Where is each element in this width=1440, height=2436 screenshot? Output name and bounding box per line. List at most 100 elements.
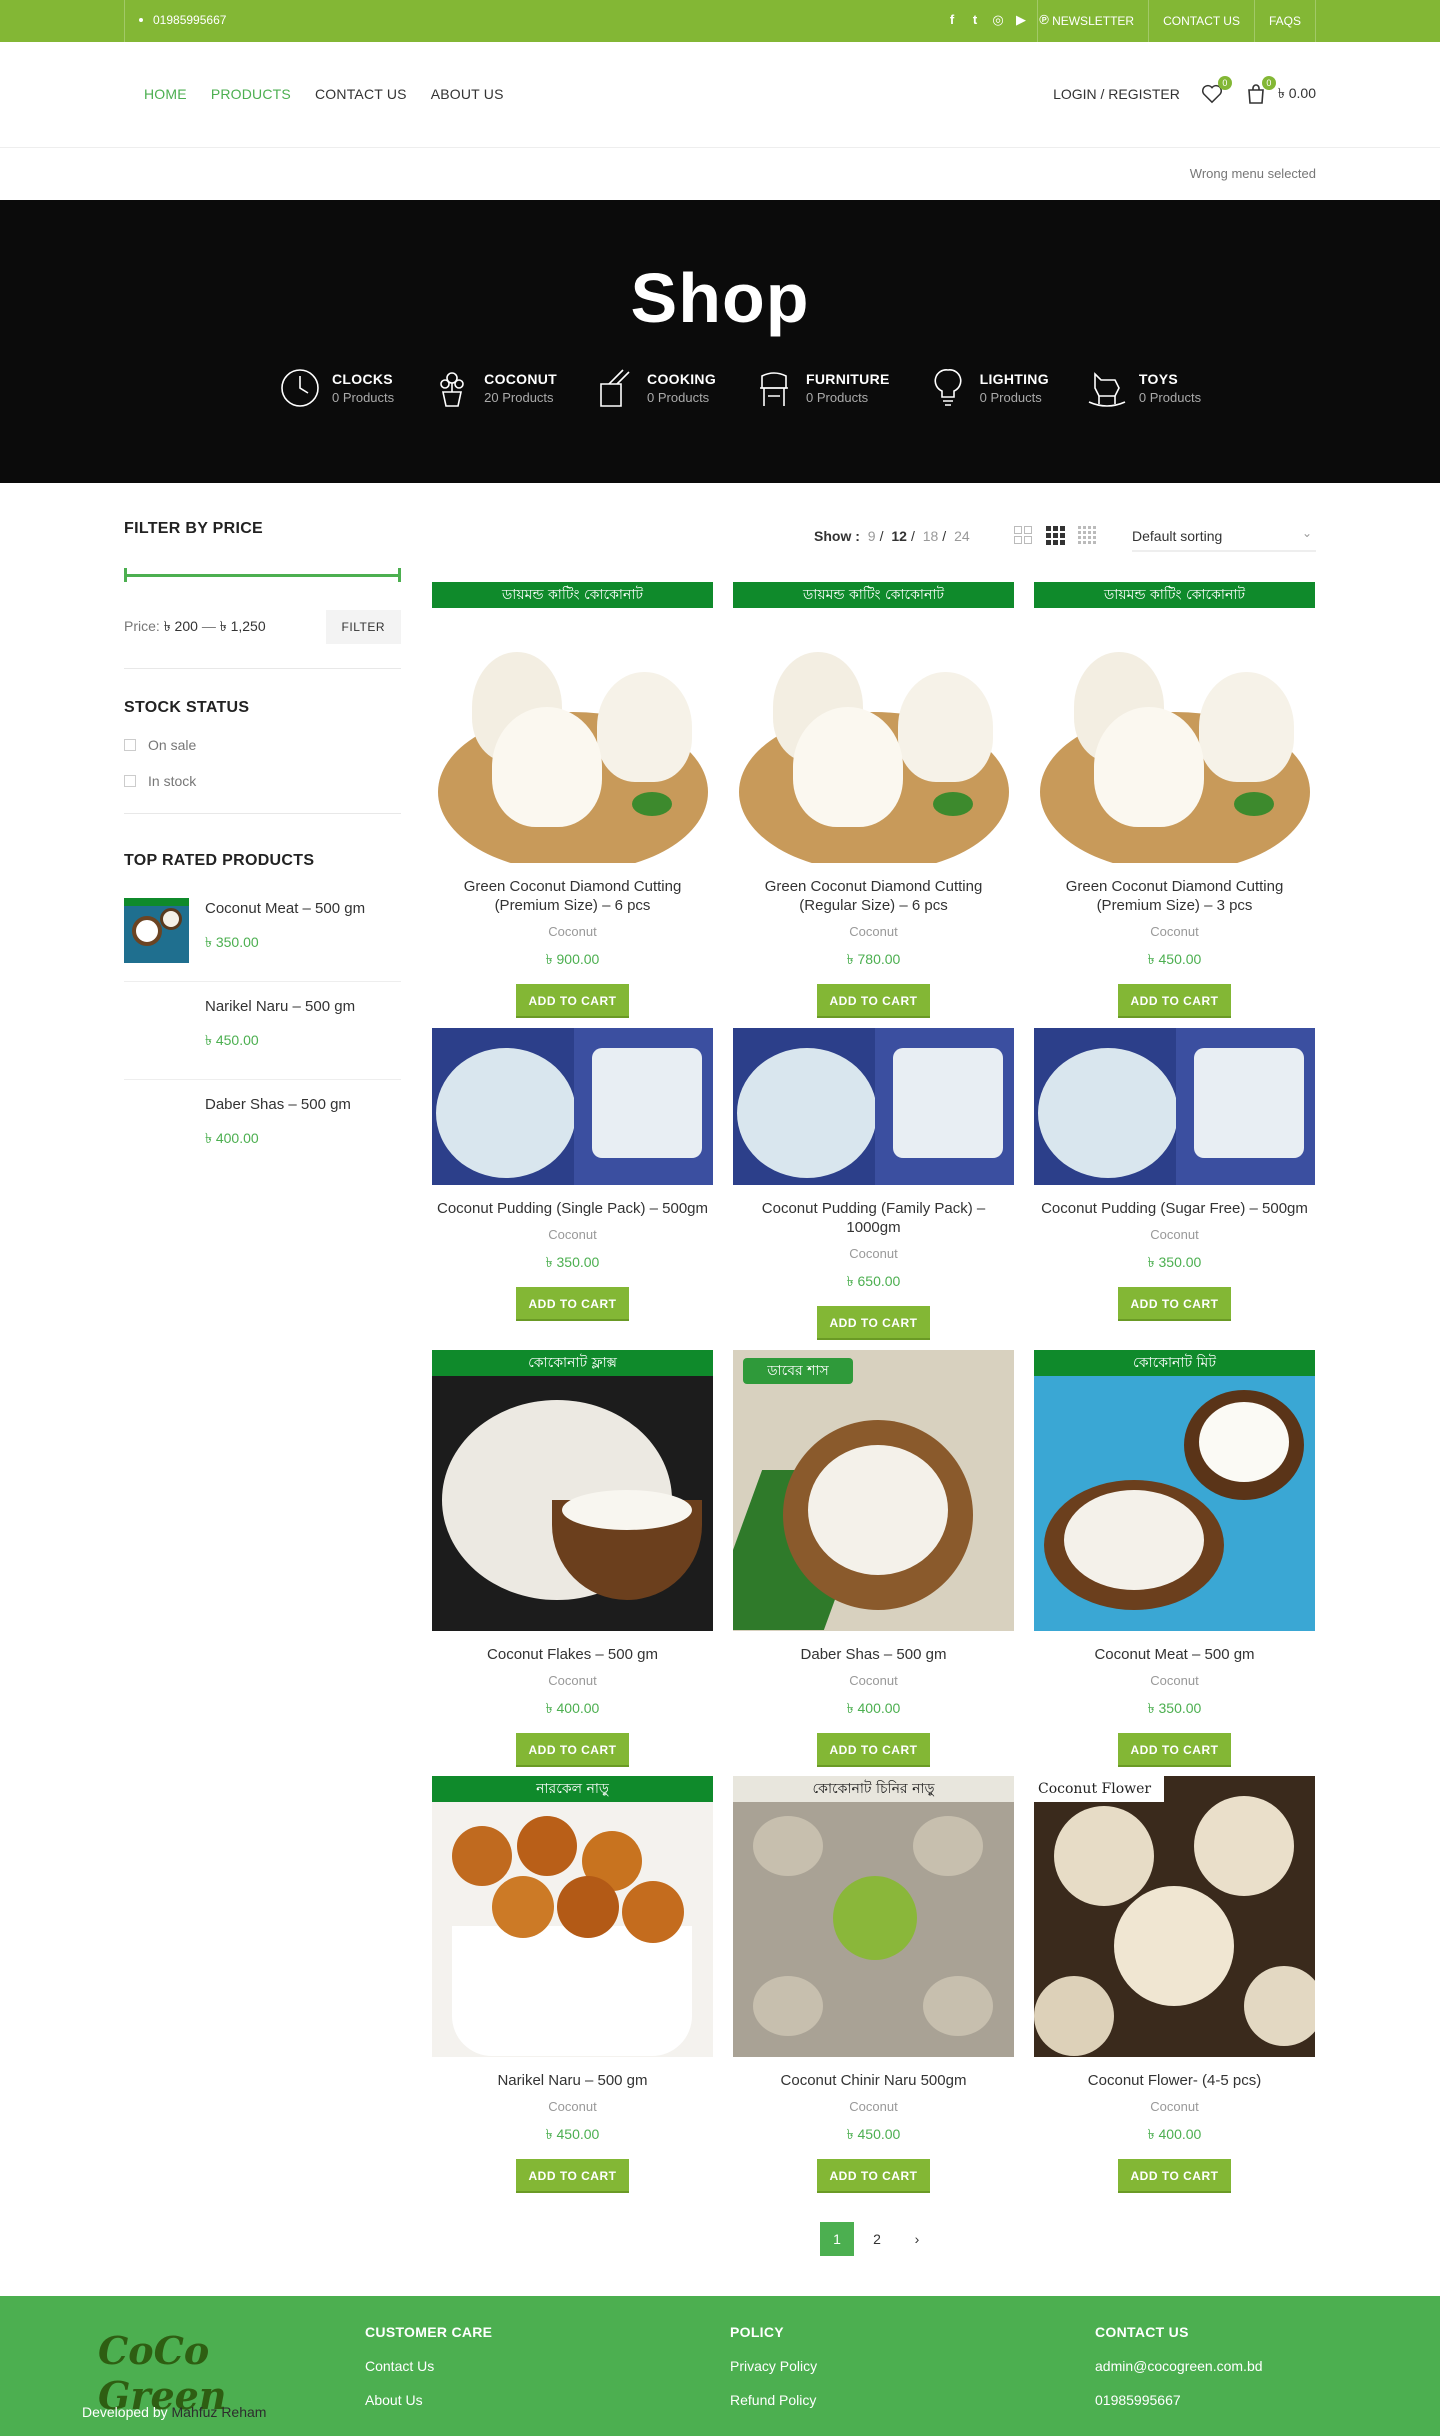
product-name[interactable]: Green Coconut Diamond Cutting (Regular S… (733, 877, 1014, 915)
add-to-cart-button[interactable]: ADD TO CART (1118, 1733, 1231, 1767)
product-image[interactable]: Coconut Flower (1034, 1776, 1315, 2057)
product-name[interactable]: Coconut Chinir Naru 500gm (733, 2071, 1014, 2090)
filter-on-sale[interactable]: On sale (124, 737, 401, 753)
add-to-cart-button[interactable]: ADD TO CART (516, 2159, 629, 2193)
product-name[interactable]: Coconut Pudding (Family Pack) – 1000gm (733, 1199, 1014, 1237)
nav-contact-us[interactable]: CONTACT US (315, 86, 407, 102)
grid-3-icon[interactable] (1046, 526, 1065, 545)
top-rated-item[interactable]: Narikel Naru – 500 gm ৳ 450.00 (124, 982, 401, 1080)
add-to-cart-button[interactable]: ADD TO CART (516, 984, 629, 1018)
product-image[interactable]: নারকেল নাড়ু (432, 1776, 713, 2057)
checkbox[interactable] (124, 739, 136, 751)
product-name[interactable]: Daber Shas – 500 gm (733, 1645, 1014, 1664)
footer-link[interactable]: Privacy Policy (730, 2358, 817, 2374)
product-image[interactable]: কোকোনাট ফ্লাক্স (432, 1350, 713, 1631)
add-to-cart-button[interactable]: ADD TO CART (516, 1287, 629, 1321)
slider-min-handle[interactable] (124, 568, 127, 582)
product-category[interactable]: Coconut (733, 2099, 1014, 2114)
product-category[interactable]: Coconut (432, 2099, 713, 2114)
top-rated-name[interactable]: Coconut Meat – 500 gm (205, 900, 365, 917)
add-to-cart-button[interactable]: ADD TO CART (1118, 2159, 1231, 2193)
category-coconut[interactable]: COCONUT 20 Products (430, 366, 557, 410)
product-name[interactable]: Narikel Naru – 500 gm (432, 2071, 713, 2090)
add-to-cart-button[interactable]: ADD TO CART (817, 984, 930, 1018)
slider-max-handle[interactable] (398, 568, 401, 582)
product-category[interactable]: Coconut (733, 1673, 1014, 1688)
grid-2-icon[interactable] (1014, 526, 1032, 544)
product-image[interactable]: কোকোনাট চিনির নাড়ু (733, 1776, 1014, 2057)
add-to-cart-button[interactable]: ADD TO CART (817, 2159, 930, 2193)
footer-link[interactable]: Refund Policy (730, 2392, 817, 2408)
add-to-cart-button[interactable]: ADD TO CART (817, 1733, 930, 1767)
cart-icon[interactable]: 0 (1244, 76, 1276, 106)
developer-name[interactable]: Mahfuz Reham (172, 2404, 267, 2420)
page-2-button[interactable]: 2 (860, 2222, 894, 2256)
product-image[interactable] (733, 1028, 1014, 1185)
category-cooking[interactable]: COOKING 0 Products (593, 366, 716, 410)
newsletter-link[interactable]: NEWSLETTER (1037, 0, 1148, 42)
product-name[interactable]: Green Coconut Diamond Cutting (Premium S… (1034, 877, 1315, 915)
product-name[interactable]: Coconut Flakes – 500 gm (432, 1645, 713, 1664)
top-rated-item[interactable]: Daber Shas – 500 gm ৳ 400.00 (124, 1080, 401, 1177)
per-page-option[interactable]: 12 (891, 528, 907, 544)
product-image[interactable]: ডায়মন্ড কাটিং কোকোনাট (733, 582, 1014, 863)
next-page-icon[interactable]: › (900, 2222, 934, 2256)
category-lighting[interactable]: LIGHTING 0 Products (926, 366, 1049, 410)
per-page-option[interactable]: 9 (868, 528, 876, 544)
instagram-icon[interactable]: ◎ (991, 12, 1005, 28)
add-to-cart-button[interactable]: ADD TO CART (817, 1306, 930, 1340)
cart-total[interactable]: ৳ 0.00 (1278, 82, 1316, 106)
product-thumbnail[interactable] (124, 996, 189, 1061)
product-category[interactable]: Coconut (1034, 924, 1315, 939)
sorting-select[interactable]: Default sorting ⌄ (1132, 522, 1316, 552)
add-to-cart-button[interactable]: ADD TO CART (516, 1733, 629, 1767)
per-page-option[interactable]: 18 (923, 528, 939, 544)
footer-email[interactable]: admin@cocogreen.com.bd (1095, 2358, 1263, 2374)
product-category[interactable]: Coconut (432, 1673, 713, 1688)
page-1-button[interactable]: 1 (820, 2222, 854, 2256)
per-page-option[interactable]: 24 (954, 528, 970, 544)
twitter-icon[interactable]: t (968, 12, 982, 28)
category-clocks[interactable]: CLOCKS 0 Products (278, 366, 394, 410)
product-thumbnail[interactable] (124, 898, 189, 963)
product-category[interactable]: Coconut (733, 1246, 1014, 1261)
wishlist-icon[interactable]: 0 (1200, 76, 1232, 106)
nav-home[interactable]: HOME (144, 86, 187, 102)
checkbox[interactable] (124, 775, 136, 787)
product-category[interactable]: Coconut (1034, 1673, 1315, 1688)
product-name[interactable]: Coconut Meat – 500 gm (1034, 1645, 1315, 1664)
footer-link[interactable]: About Us (365, 2392, 492, 2408)
category-furniture[interactable]: FURNITURE 0 Products (752, 366, 890, 410)
product-image[interactable]: কোকোনাট মিট (1034, 1350, 1315, 1631)
product-thumbnail[interactable] (124, 1094, 189, 1159)
product-category[interactable]: Coconut (733, 924, 1014, 939)
product-name[interactable]: Coconut Pudding (Single Pack) – 500gm (432, 1199, 713, 1218)
filter-button[interactable]: FILTER (325, 610, 401, 644)
add-to-cart-button[interactable]: ADD TO CART (1118, 984, 1231, 1018)
product-category[interactable]: Coconut (1034, 1227, 1315, 1242)
product-image[interactable]: ডায়মন্ড কাটিং কোকোনাট (1034, 582, 1315, 863)
login-register-link[interactable]: LOGIN / REGISTER (1053, 86, 1180, 102)
category-toys[interactable]: TOYS 0 Products (1085, 366, 1201, 410)
top-rated-name[interactable]: Daber Shas – 500 gm (205, 1096, 351, 1113)
product-name[interactable]: Coconut Pudding (Sugar Free) – 500gm (1034, 1199, 1315, 1218)
nav-products[interactable]: PRODUCTS (211, 86, 291, 102)
faqs-link[interactable]: FAQS (1253, 0, 1315, 42)
product-category[interactable]: Coconut (432, 1227, 713, 1242)
facebook-icon[interactable]: f (945, 12, 959, 28)
product-image[interactable] (432, 1028, 713, 1185)
product-image[interactable] (1034, 1028, 1315, 1185)
top-rated-item[interactable]: Coconut Meat – 500 gm ৳ 350.00 (124, 884, 401, 982)
product-image[interactable]: ডাবের শাস (733, 1350, 1014, 1631)
add-to-cart-button[interactable]: ADD TO CART (1118, 1287, 1231, 1321)
grid-4-icon[interactable] (1078, 526, 1096, 544)
youtube-icon[interactable]: ▶ (1014, 12, 1028, 28)
contact-us-link[interactable]: CONTACT US (1148, 0, 1254, 42)
product-category[interactable]: Coconut (1034, 2099, 1315, 2114)
price-slider[interactable] (124, 568, 401, 582)
footer-link[interactable]: Contact Us (365, 2358, 492, 2374)
filter-in-stock[interactable]: In stock (124, 773, 401, 789)
product-name[interactable]: Green Coconut Diamond Cutting (Premium S… (432, 877, 713, 915)
top-rated-name[interactable]: Narikel Naru – 500 gm (205, 998, 355, 1015)
product-category[interactable]: Coconut (432, 924, 713, 939)
